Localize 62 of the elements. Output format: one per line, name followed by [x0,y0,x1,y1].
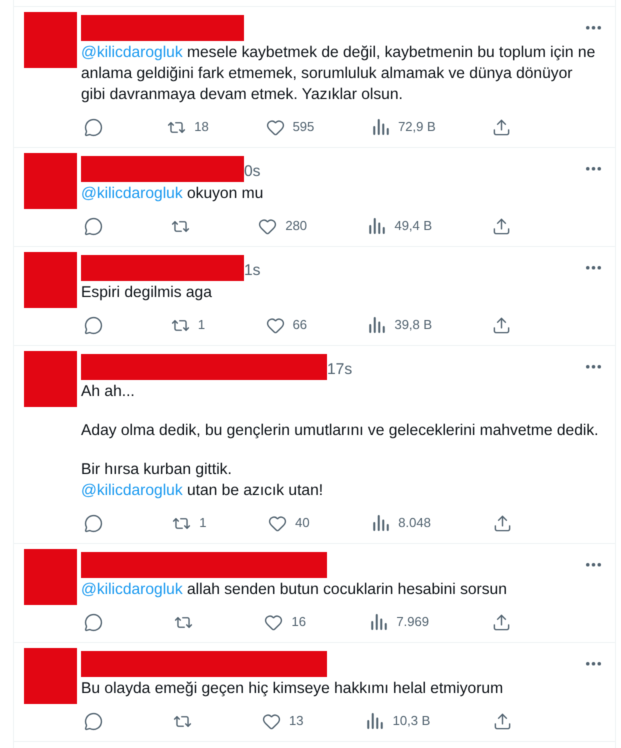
timestamp: 0s [244,162,260,182]
tweet-text: Aday olma dedik, bu gençlerin umutlarını ve geleceklerini mahvetme dedik. [81,421,600,441]
avatar-redaction [24,252,77,308]
bar-chart-icon [372,515,389,531]
views-button[interactable]: 7.969 [361,612,429,632]
more-icon [586,365,601,369]
views-button[interactable]: 8.048 [363,513,431,533]
more-icon [586,662,601,666]
views-button[interactable]: 72,9 B [363,117,436,137]
speech-bubble-icon [84,118,102,136]
speech-bubble-icon [84,216,102,236]
heart-icon [262,712,281,730]
speech-bubble-icon [84,514,102,532]
avatar-redaction [24,153,77,209]
avatar-redaction [24,351,77,407]
share-icon [492,316,512,334]
views-button[interactable]: 39,8 B [359,315,432,335]
more-icon [586,266,601,270]
share-icon [492,118,512,136]
more-icon [586,563,601,567]
bar-chart-icon [368,218,385,234]
tweet-text: @kilicdarogluk allah senden butun cocuklarin hesabini sorsun [81,580,508,600]
avatar-redaction [24,648,77,704]
bar-chart-icon [368,317,385,333]
like-button[interactable]: 40 [260,513,310,533]
like-button[interactable]: 280 [250,216,308,236]
views-button[interactable]: 10,3 B [358,711,430,731]
speech-bubble-icon [84,612,102,632]
more-icon [586,26,601,30]
share-icon [492,514,512,532]
heart-icon [258,216,278,236]
like-button[interactable]: 16 [256,612,306,632]
tweet-text: Ah ah... [81,382,136,402]
tweet-text: Espiri degilmis aga [81,283,213,303]
bar-chart-icon [372,119,389,135]
share-icon [492,216,512,236]
avatar-redaction [24,549,77,605]
speech-bubble-icon [84,316,102,334]
tweet-text: @kilicdarogluk okuyon mu [81,184,264,204]
timestamp: 17s [327,360,352,380]
speech-bubble-icon [84,712,102,730]
heart-icon [266,316,285,334]
more-icon [586,167,601,171]
like-button[interactable]: 66 [258,315,308,335]
share-icon [492,712,512,730]
tweet-text: Bu olayda emeği geçen hiç kimseye hakkımı helal etmiyorum [81,679,504,699]
bar-chart-icon [370,614,387,630]
tweet-text: Bir hırsa kurban gittik. @kilicdarogluk utan be azıcık utan! [81,460,324,501]
repost-button[interactable]: 18 [159,117,209,137]
like-button[interactable]: 13 [254,711,304,731]
avatar-redaction [24,12,77,68]
repost-button[interactable]: 1 [162,315,206,335]
heart-icon [264,612,284,632]
bar-chart-icon [367,713,384,729]
tweet-text: @kilicdarogluk mesele kaybetmek de değil, kaybetmenin bu toplum için ne anlama geldiğini fark etmemek, sorumluluk almamak ve dünya dönüyor gibi davranmaya devam etmek. Yazıklar olsun. [81,43,596,105]
like-button[interactable]: 595 [258,117,314,137]
share-icon [492,612,512,632]
views-button[interactable]: 49,4 B [359,216,432,236]
heart-icon [266,118,285,136]
timestamp: 1s [244,261,260,281]
heart-icon [268,514,288,532]
repost-button[interactable]: 1 [164,513,206,533]
